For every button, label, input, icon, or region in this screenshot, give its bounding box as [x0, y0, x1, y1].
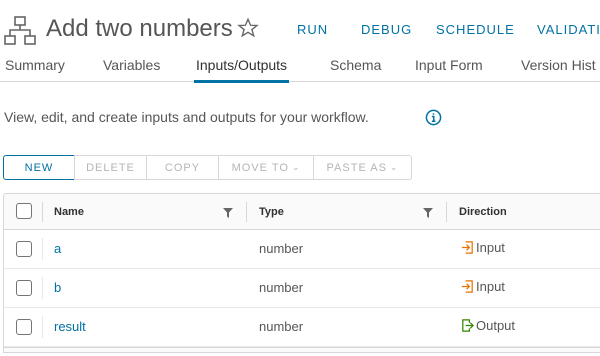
copy-button-label: COPY: [164, 161, 201, 174]
paste-as-button-label: PASTE AS: [326, 161, 387, 174]
run-button[interactable]: RUN: [297, 22, 328, 37]
param-name[interactable]: b: [54, 280, 61, 295]
filter-icon[interactable]: [223, 208, 233, 218]
tab-version-history[interactable]: Version Hist: [521, 57, 596, 82]
tab-input-form[interactable]: Input Form: [415, 57, 483, 82]
schedule-button[interactable]: SCHEDULE: [436, 22, 515, 37]
direction-label: Input: [476, 240, 505, 255]
row-checkbox[interactable]: [16, 280, 32, 296]
tab-summary[interactable]: Summary: [5, 57, 65, 82]
new-button[interactable]: NEW: [3, 155, 75, 180]
direction-label: Output: [476, 318, 516, 333]
delete-button-label: DELETE: [86, 161, 135, 174]
row-separator: [42, 277, 43, 299]
column-separator: [42, 202, 43, 222]
direction-label: Input: [476, 279, 505, 294]
param-type: number: [259, 280, 304, 295]
row-checkbox[interactable]: [16, 319, 32, 335]
paste-as-button[interactable]: PASTE AS ⌄: [313, 155, 412, 180]
param-direction: Input: [460, 240, 505, 255]
param-name[interactable]: a: [54, 241, 61, 256]
inputs-outputs-grid: Name Type Direction a number Input b num…: [3, 193, 600, 353]
validate-button[interactable]: VALIDATI: [537, 22, 600, 37]
column-header-type[interactable]: Type: [259, 206, 284, 218]
param-name[interactable]: result: [54, 319, 86, 334]
page-description: View, edit, and create inputs and output…: [4, 109, 369, 125]
output-arrow-icon: [462, 319, 474, 332]
param-type: number: [259, 319, 304, 334]
column-separator[interactable]: [246, 202, 247, 222]
info-icon[interactable]: [425, 109, 442, 126]
chevron-down-icon: ⌄: [291, 162, 301, 172]
grid-header: Name Type Direction: [4, 194, 600, 230]
table-row[interactable]: result number Output: [4, 308, 600, 347]
tab-schema[interactable]: Schema: [330, 57, 381, 82]
tab-variables[interactable]: Variables: [103, 57, 160, 82]
tab-inputs-outputs[interactable]: Inputs/Outputs: [194, 57, 290, 83]
new-button-label: NEW: [24, 161, 54, 174]
star-icon[interactable]: [237, 17, 259, 39]
row-separator: [42, 316, 43, 338]
move-to-button[interactable]: MOVE TO ⌄: [218, 155, 314, 180]
table-row[interactable]: a number Input: [4, 230, 600, 269]
move-to-button-label: MOVE TO: [231, 161, 289, 174]
copy-button[interactable]: COPY: [146, 155, 219, 180]
grid-footer: [4, 347, 600, 352]
input-arrow-icon: [461, 280, 473, 293]
select-all-checkbox[interactable]: [16, 203, 32, 219]
param-direction: Input: [460, 279, 505, 294]
filter-icon[interactable]: [423, 208, 433, 218]
table-row[interactable]: b number Input: [4, 269, 600, 308]
row-separator: [42, 238, 43, 260]
delete-button[interactable]: DELETE: [74, 155, 147, 180]
workflow-header: Add two numbers RUN DEBUG SCHEDULE VALID…: [0, 0, 600, 52]
workflow-hierarchy-icon: [4, 16, 36, 45]
page-title: Add two numbers: [46, 15, 233, 42]
row-checkbox[interactable]: [16, 241, 32, 257]
chevron-down-icon: ⌄: [389, 162, 399, 172]
column-header-name[interactable]: Name: [54, 206, 84, 218]
debug-button[interactable]: DEBUG: [361, 22, 412, 37]
column-separator[interactable]: [446, 202, 447, 222]
param-direction: Output: [460, 318, 515, 333]
column-header-direction[interactable]: Direction: [459, 206, 507, 218]
input-arrow-icon: [461, 241, 473, 254]
param-type: number: [259, 241, 304, 256]
tab-bar: Summary Variables Inputs/Outputs Schema …: [0, 52, 600, 83]
